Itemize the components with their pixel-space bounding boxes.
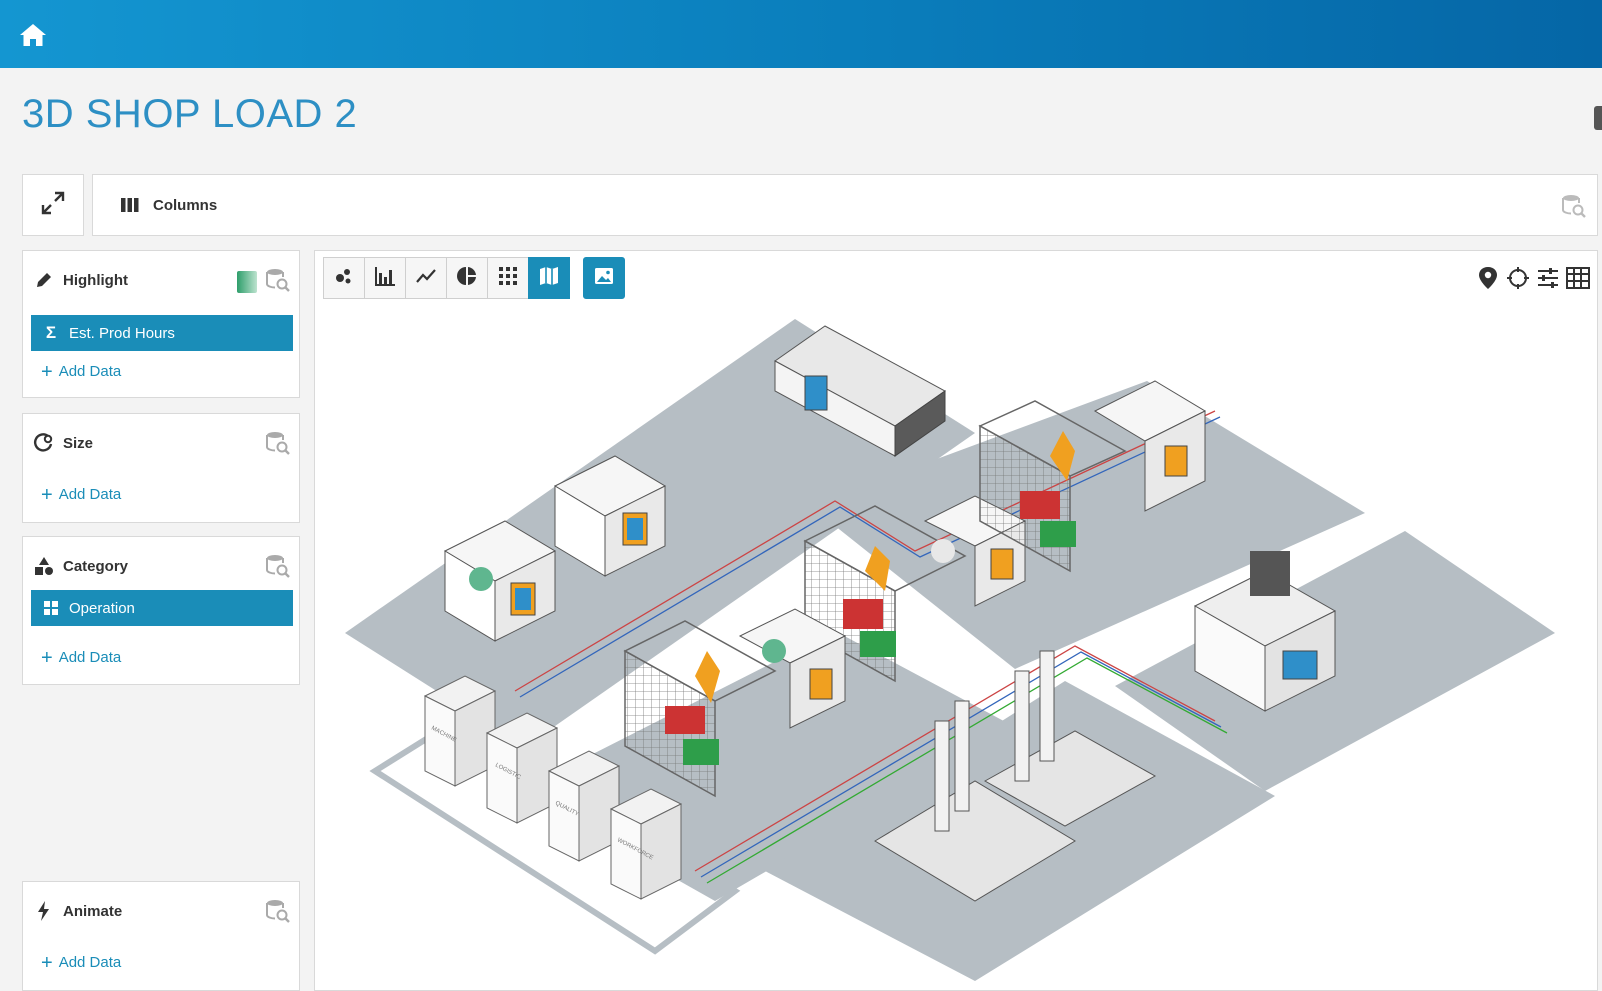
home-icon[interactable] bbox=[16, 18, 50, 52]
category-well: Category Operation + Add Data bbox=[22, 536, 300, 685]
sigma-icon: Σ bbox=[45, 323, 57, 342]
crosshair-icon[interactable] bbox=[1505, 265, 1531, 291]
expand-button[interactable] bbox=[22, 174, 84, 236]
data-search-icon[interactable] bbox=[265, 898, 291, 929]
table-icon[interactable] bbox=[1565, 265, 1591, 291]
grid-button[interactable] bbox=[487, 257, 529, 299]
line-chart-icon bbox=[415, 265, 437, 292]
sliders-icon[interactable] bbox=[1535, 265, 1561, 291]
category-field-pill[interactable]: Operation bbox=[31, 590, 293, 626]
image-icon bbox=[593, 265, 615, 292]
size-label: Size bbox=[63, 434, 94, 452]
add-data-button[interactable]: + Add Data bbox=[41, 360, 122, 383]
grid-small-icon bbox=[43, 600, 59, 616]
columns-label: Columns bbox=[153, 197, 218, 214]
page-title: 3D SHOP LOAD 2 bbox=[22, 92, 358, 136]
expand-icon bbox=[40, 190, 66, 221]
add-data-label: Add Data bbox=[58, 486, 122, 503]
category-shapes-icon bbox=[33, 555, 55, 577]
viz-options bbox=[1475, 265, 1591, 291]
size-well: Size + Add Data bbox=[22, 413, 300, 523]
add-data-button[interactable]: + Add Data bbox=[41, 646, 122, 669]
highlight-label: Highlight bbox=[63, 271, 128, 289]
map-pin-icon[interactable] bbox=[1475, 265, 1501, 291]
grid-icon bbox=[498, 266, 518, 291]
visualization-panel: MACHINE LOGISTIC QUALITY WORKFORCE bbox=[314, 250, 1598, 991]
add-data-label: Add Data bbox=[58, 363, 122, 380]
category-marker bbox=[469, 567, 493, 591]
pill-label: Est. Prod Hours bbox=[69, 324, 175, 342]
data-search-icon[interactable] bbox=[265, 267, 291, 298]
add-data-button[interactable]: + Add Data bbox=[41, 483, 122, 506]
data-search-icon[interactable] bbox=[1561, 193, 1587, 224]
plus-icon: + bbox=[41, 646, 53, 669]
highlight-well: Highlight Σ Est. Prod Hours + Add Data bbox=[22, 250, 300, 398]
map-icon bbox=[538, 265, 560, 292]
bar-chart-icon bbox=[374, 265, 396, 292]
pill-label: Operation bbox=[69, 599, 135, 617]
bar-chart-button[interactable] bbox=[364, 257, 406, 299]
size-icon bbox=[33, 432, 55, 454]
pie-chart-button[interactable] bbox=[446, 257, 488, 299]
lightning-icon bbox=[33, 900, 55, 922]
color-gradient-swatch[interactable] bbox=[237, 271, 257, 293]
scatter-button[interactable] bbox=[323, 257, 365, 299]
highlight-field-pill[interactable]: Σ Est. Prod Hours bbox=[31, 315, 293, 351]
pie-chart-icon bbox=[456, 265, 478, 292]
pencil-icon bbox=[33, 269, 55, 291]
columns-icon bbox=[121, 198, 139, 217]
save-icon[interactable] bbox=[1594, 106, 1602, 130]
top-bar bbox=[0, 0, 1602, 68]
image-button[interactable] bbox=[583, 257, 625, 299]
category-marker bbox=[762, 639, 786, 663]
category-marker bbox=[931, 539, 955, 563]
plus-icon: + bbox=[41, 951, 53, 974]
plus-icon: + bbox=[41, 483, 53, 506]
animate-label: Animate bbox=[63, 902, 123, 920]
columns-bar[interactable]: Columns bbox=[92, 174, 1598, 236]
scatter-icon bbox=[333, 265, 355, 292]
data-search-icon[interactable] bbox=[265, 553, 291, 584]
shop-floor-image: MACHINE LOGISTIC QUALITY WORKFORCE bbox=[345, 319, 1555, 981]
map-button[interactable] bbox=[528, 257, 570, 299]
plus-icon: + bbox=[41, 360, 53, 383]
animate-well: Animate + Add Data bbox=[22, 881, 300, 991]
category-label: Category bbox=[63, 557, 129, 575]
line-chart-button[interactable] bbox=[405, 257, 447, 299]
data-search-icon[interactable] bbox=[265, 430, 291, 461]
viz-type-toolbar bbox=[323, 257, 625, 299]
add-data-label: Add Data bbox=[58, 954, 122, 971]
add-data-label: Add Data bbox=[58, 649, 122, 666]
add-data-button[interactable]: + Add Data bbox=[41, 951, 122, 974]
